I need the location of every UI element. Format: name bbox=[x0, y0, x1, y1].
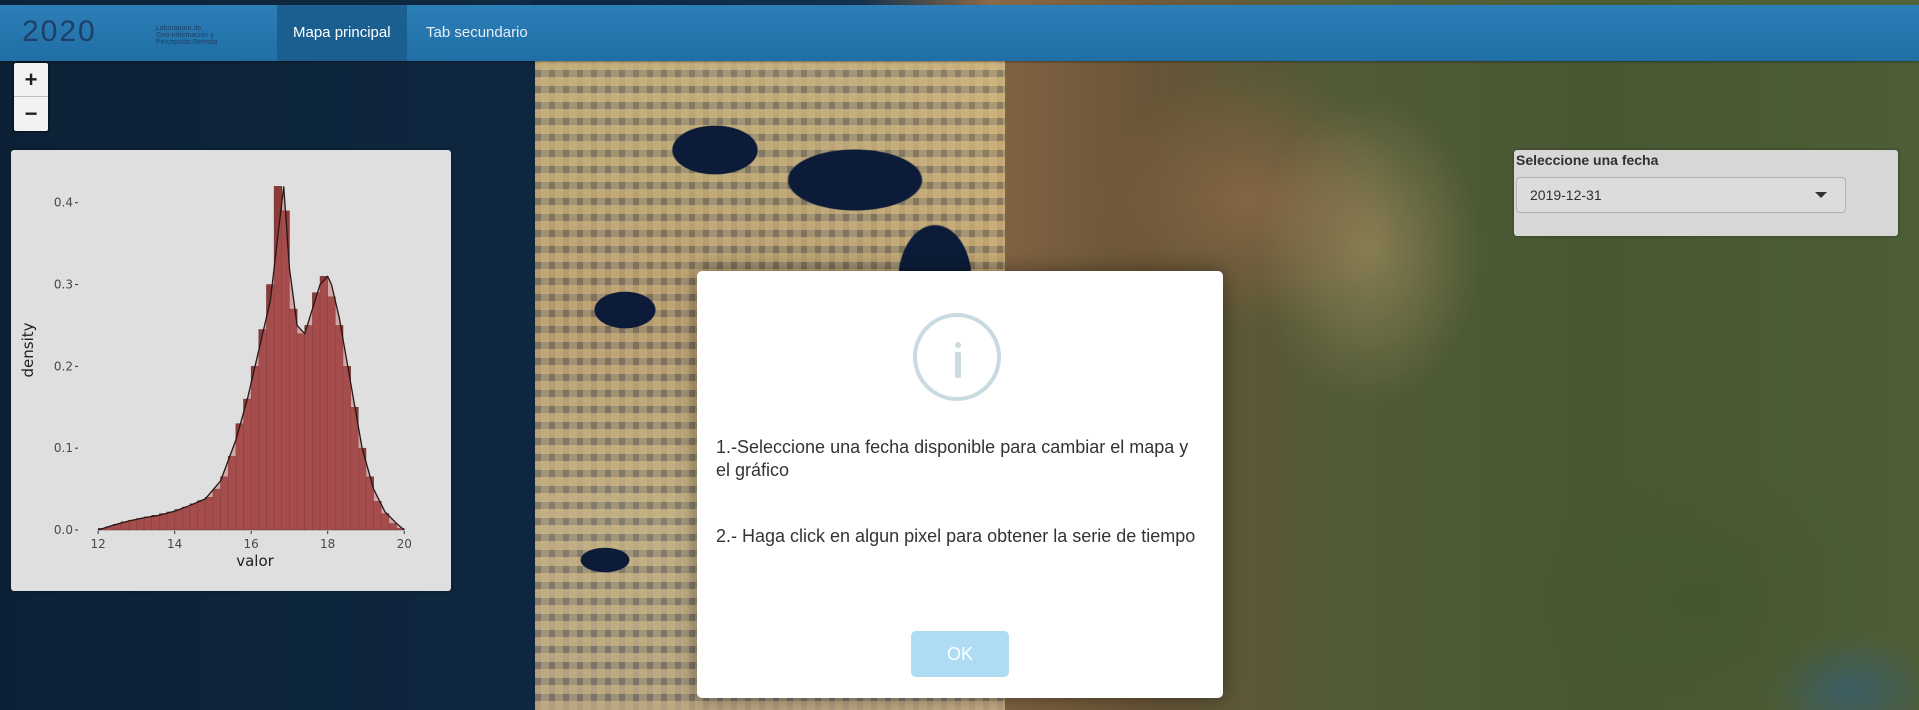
navbar: 2020 Laboratorio de Geo-Información y Pe… bbox=[0, 5, 1919, 61]
info-modal: 1.-Seleccione una fecha disponible para … bbox=[697, 271, 1223, 698]
info-circle-icon bbox=[913, 313, 1001, 401]
logo-line-1: Laboratorio de bbox=[156, 25, 202, 32]
lab-logo[interactable]: 2020 Laboratorio de Geo-Información y Pe… bbox=[22, 9, 247, 57]
logo-text: Laboratorio de Geo-Información y Percepc… bbox=[156, 25, 256, 46]
logo-year: 2020 bbox=[22, 15, 97, 49]
info-icon-bar bbox=[955, 352, 961, 378]
logo-line-3: Percepción Remota bbox=[156, 39, 218, 46]
modal-message-1: 1.-Seleccione una fecha disponible para … bbox=[716, 437, 1189, 480]
modal-message-2: 2.- Haga click en algun pixel para obten… bbox=[716, 526, 1196, 546]
info-icon-dot bbox=[955, 342, 961, 348]
ok-button[interactable]: OK bbox=[911, 631, 1009, 677]
tab-mapa-principal[interactable]: Mapa principal bbox=[277, 5, 407, 61]
logo-digits-text: 2020 bbox=[22, 15, 97, 48]
tab-secundario[interactable]: Tab secundario bbox=[410, 5, 544, 61]
logo-line-2: Geo-Información y bbox=[156, 32, 214, 39]
